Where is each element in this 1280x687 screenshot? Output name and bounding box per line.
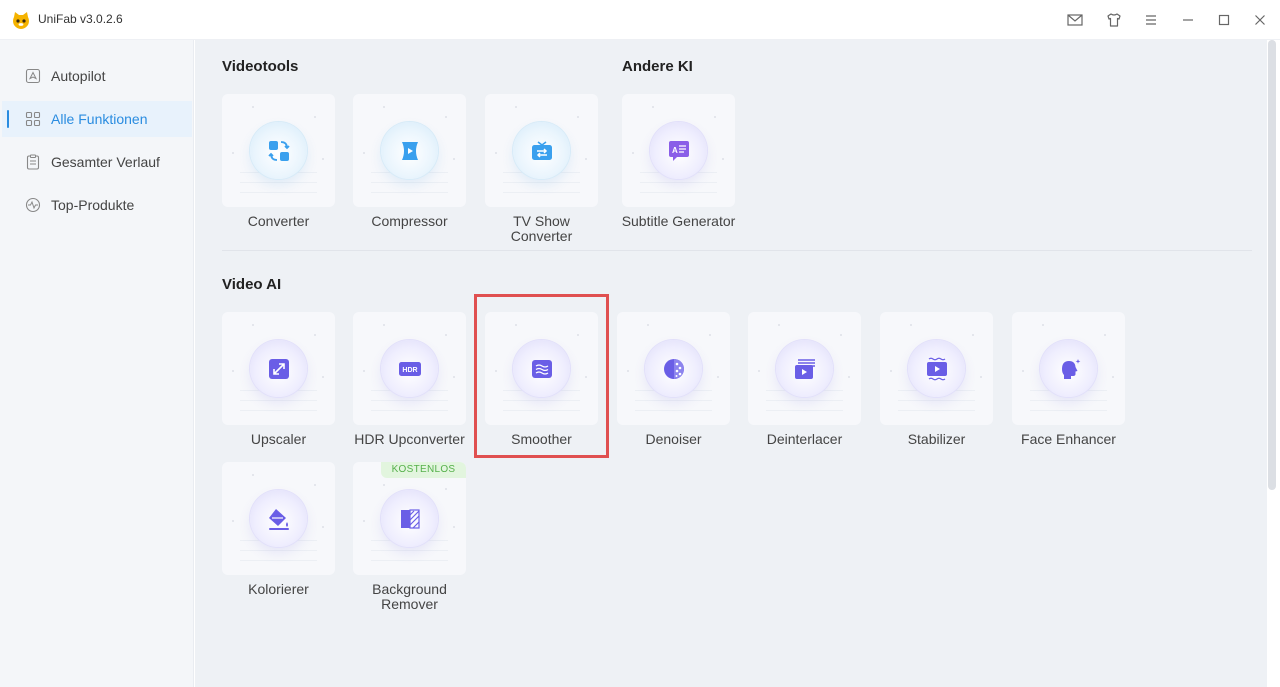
tool-label: Subtitle Generator — [621, 213, 736, 229]
tool-label: HDR Upconverter — [354, 431, 465, 447]
unifab-logo-icon — [11, 10, 31, 30]
sidebar-item-alle-funktionen[interactable]: Alle Funktionen — [2, 101, 192, 137]
sidebar-item-label: Autopilot — [51, 68, 106, 84]
tool-card — [485, 94, 598, 207]
maximize-icon[interactable] — [1215, 11, 1233, 29]
tool-card — [1012, 312, 1125, 425]
face-enhancer-icon — [1053, 353, 1085, 385]
tool-label: Kolorierer — [248, 581, 309, 597]
tool-label: Denoiser — [645, 431, 702, 447]
sidebar: Autopilot Alle Funktionen Gesamter Verla… — [0, 40, 194, 687]
minimize-icon[interactable] — [1179, 11, 1197, 29]
grid-icon — [24, 110, 42, 128]
tool-card — [880, 312, 993, 425]
section-divider — [222, 250, 1252, 251]
tool-card — [748, 312, 861, 425]
section-title-video-ai: Video AI — [222, 276, 282, 293]
sidebar-item-label: Alle Funktionen — [51, 111, 148, 127]
tool-label: TV Show Converter — [510, 213, 573, 244]
top-products-icon — [24, 196, 42, 214]
autopilot-icon — [24, 67, 42, 85]
tool-label: Smoother — [511, 431, 572, 447]
shirt-icon[interactable] — [1105, 11, 1123, 29]
tool-label: Deinterlacer — [766, 431, 843, 447]
sidebar-item-label: Top-Produkte — [51, 197, 135, 213]
sidebar-item-top-produkte[interactable]: Top-Produkte — [2, 187, 192, 223]
compressor-icon — [394, 135, 426, 167]
title-bar: UniFab v3.0.2.6 — [0, 0, 1280, 40]
close-icon[interactable] — [1251, 11, 1269, 29]
tool-label: Compressor — [371, 213, 448, 229]
tool-card — [222, 462, 335, 575]
tv-show-converter-icon — [526, 135, 558, 167]
sidebar-item-autopilot[interactable]: Autopilot — [2, 58, 192, 94]
tool-card — [617, 312, 730, 425]
sidebar-item-gesamter-verlauf[interactable]: Gesamter Verlauf — [2, 144, 192, 180]
app-title: UniFab v3.0.2.6 — [38, 12, 123, 26]
hdr-icon-text: HDR — [402, 367, 417, 374]
tool-card: HDR — [353, 312, 466, 425]
tool-card — [353, 94, 466, 207]
sidebar-item-label: Gesamter Verlauf — [51, 154, 160, 170]
tool-label: Upscaler — [250, 431, 307, 447]
subtitle-generator-icon: A — [663, 135, 695, 167]
smoother-icon — [526, 353, 558, 385]
colorizer-icon — [263, 503, 295, 535]
section-title-andere-ki: Andere KI — [622, 58, 693, 75]
free-badge: KOSTENLOS — [381, 462, 466, 478]
background-remover-icon — [394, 503, 426, 535]
converter-icon — [263, 135, 295, 167]
svg-text:A: A — [672, 146, 678, 155]
denoiser-icon — [658, 353, 690, 385]
tool-card — [222, 312, 335, 425]
tool-card — [222, 94, 335, 207]
history-icon — [24, 153, 42, 171]
scrollbar[interactable] — [1268, 40, 1276, 490]
tool-card — [485, 312, 598, 425]
upscaler-icon — [263, 353, 295, 385]
tool-label: Background Remover — [372, 581, 447, 612]
stabilizer-icon — [921, 353, 953, 385]
mail-icon[interactable] — [1066, 11, 1084, 29]
section-title-videotools: Videotools — [222, 58, 299, 75]
tool-label: Face Enhancer — [1021, 431, 1116, 447]
tool-label: Converter — [247, 213, 310, 229]
deinterlacer-icon — [789, 353, 821, 385]
tool-card: KOSTENLOS — [353, 462, 466, 575]
tool-label: Stabilizer — [907, 431, 966, 447]
hdr-icon: HDR — [394, 353, 426, 385]
tool-card: A — [622, 94, 735, 207]
menu-icon[interactable] — [1142, 11, 1160, 29]
